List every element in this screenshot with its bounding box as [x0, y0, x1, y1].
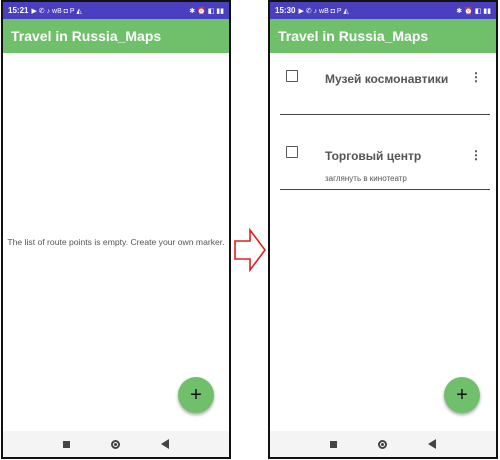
status-time: 15:21 [8, 6, 29, 15]
status-time: 15:30 [275, 6, 296, 15]
recents-icon[interactable] [330, 440, 338, 448]
list-item[interactable]: Торговый центр ⋮ заглянуть в кинотеатр [280, 146, 490, 196]
home-icon[interactable] [110, 439, 120, 449]
phone-screen-empty: 15:21 ▶ ✆ ♪ wB ◘ P ◭ ✱ ⏰ ◧ ▮▮ Travel in … [1, 0, 231, 459]
notification-icons: ▶ ✆ ♪ wB ◘ P ◭ [31, 7, 82, 15]
divider [280, 189, 490, 190]
recents-icon[interactable] [63, 440, 71, 448]
item-description: заглянуть в кинотеатр [325, 174, 407, 183]
divider [280, 114, 490, 115]
navigation-bar [3, 431, 229, 457]
item-title: Музей космонавтики [325, 72, 449, 86]
back-icon[interactable] [160, 439, 169, 449]
add-marker-button[interactable]: + [444, 377, 480, 413]
home-icon[interactable] [377, 439, 387, 449]
app-bar: Travel in Russia_Maps [3, 19, 229, 53]
visited-checkbox[interactable] [286, 70, 298, 82]
notification-icons: ▶ ✆ ♪ wB ◘ P ◭ [298, 7, 349, 15]
route-points-list: The list of route points is empty. Creat… [3, 53, 229, 431]
system-icons: ✱ ⏰ ◧ ▮▮ [456, 7, 491, 15]
list-item[interactable]: Музей космонавтики ⋮ [280, 70, 490, 120]
status-icons-left: 15:30 ▶ ✆ ♪ wB ◘ P ◭ [275, 6, 349, 15]
item-title: Торговый центр [325, 149, 422, 163]
app-bar: Travel in Russia_Maps [270, 19, 496, 53]
more-options-icon[interactable]: ⋮ [470, 70, 482, 84]
transition-arrow-icon [234, 228, 266, 272]
status-bar: 15:30 ▶ ✆ ♪ wB ◘ P ◭ ✱ ⏰ ◧ ▮▮ [270, 2, 496, 19]
status-icons-left: 15:21 ▶ ✆ ♪ wB ◘ P ◭ [8, 6, 82, 15]
route-points-list: Музей космонавтики ⋮ Торговый центр ⋮ за… [270, 53, 496, 431]
app-title: Travel in Russia_Maps [11, 28, 162, 44]
visited-checkbox[interactable] [286, 146, 298, 158]
more-options-icon[interactable]: ⋮ [470, 148, 482, 162]
app-title: Travel in Russia_Maps [278, 28, 429, 44]
add-marker-button[interactable]: + [178, 377, 214, 413]
phone-screen-list: 15:30 ▶ ✆ ♪ wB ◘ P ◭ ✱ ⏰ ◧ ▮▮ Travel in … [268, 0, 498, 459]
status-bar: 15:21 ▶ ✆ ♪ wB ◘ P ◭ ✱ ⏰ ◧ ▮▮ [3, 2, 229, 19]
back-icon[interactable] [427, 439, 436, 449]
navigation-bar [270, 431, 496, 457]
system-icons: ✱ ⏰ ◧ ▮▮ [189, 7, 224, 15]
empty-list-message: The list of route points is empty. Creat… [7, 237, 225, 247]
